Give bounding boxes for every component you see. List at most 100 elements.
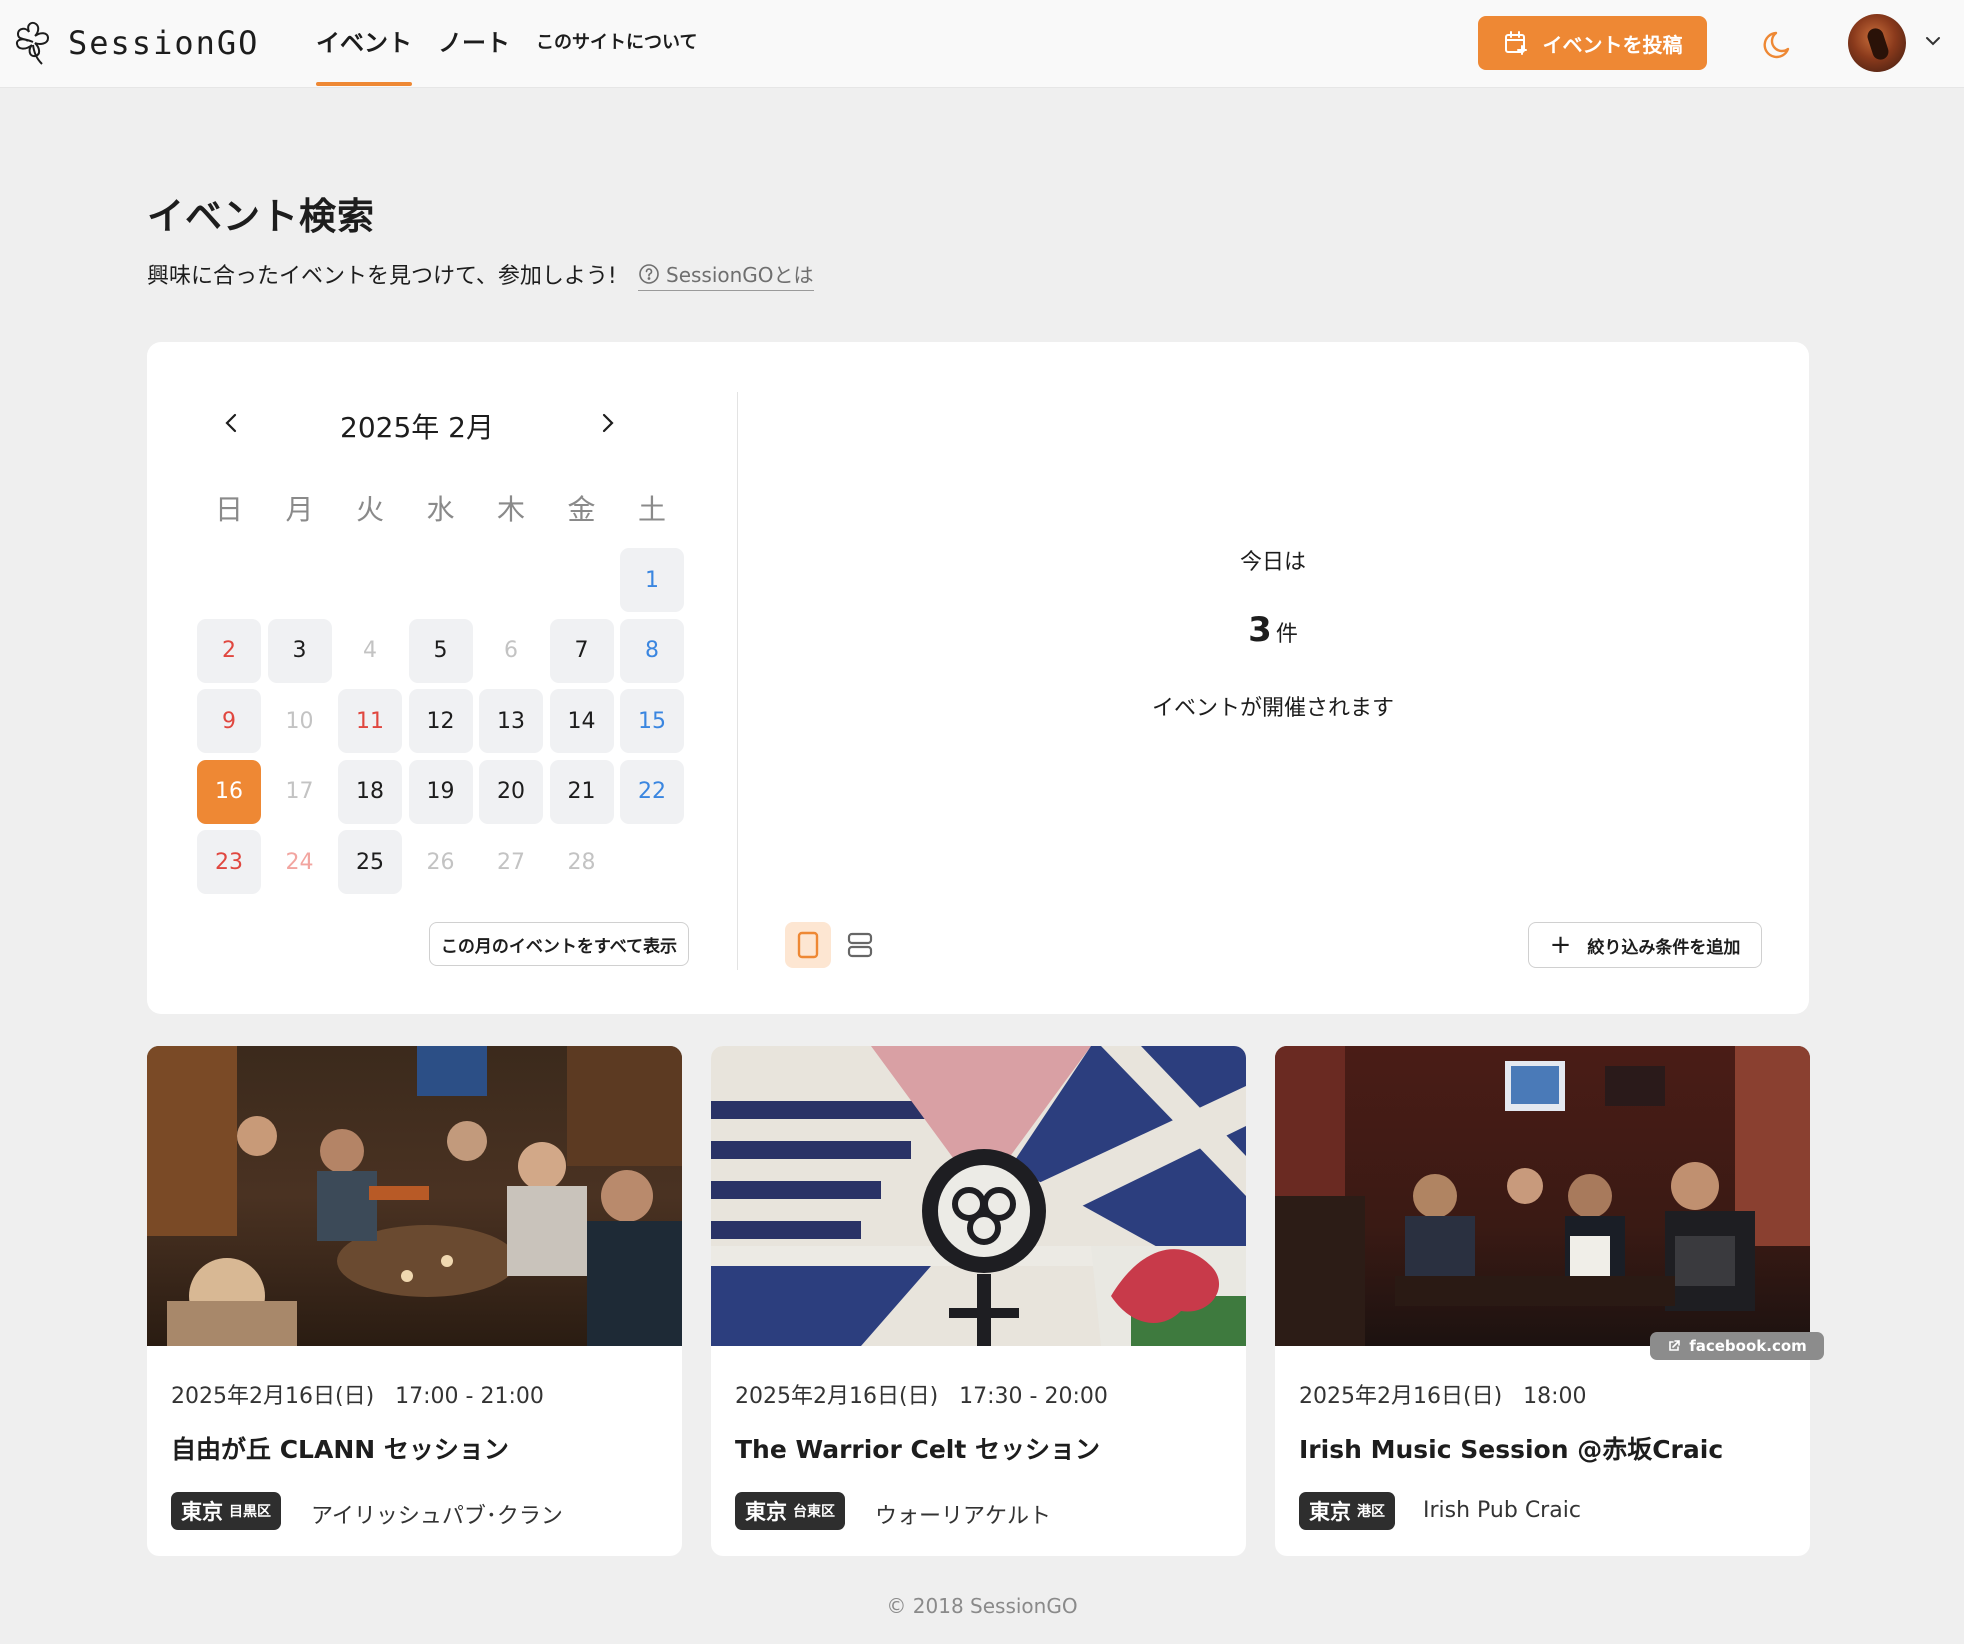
post-event-button[interactable]: イベントを投稿	[1478, 16, 1707, 70]
location-badge: 東京 港区	[1299, 1492, 1395, 1530]
location-badge: 東京 台東区	[735, 1492, 845, 1530]
nav-events[interactable]: イベント	[316, 26, 412, 86]
top-header: SessionGO イベント ノート このサイトについて イベントを投稿	[0, 0, 1964, 88]
plus-icon: +	[1549, 930, 1572, 960]
today-description: イベントが開催されます	[1151, 696, 1394, 721]
card-view-icon	[797, 931, 819, 959]
event-card[interactable]: 2025年2月16日(日) 18:00 Irish Music Session …	[1275, 1046, 1810, 1556]
event-time: 17:30 - 20:00	[959, 1384, 1108, 1409]
today-count-unit: 件	[1275, 622, 1298, 647]
prefecture: 東京	[745, 1500, 787, 1524]
about-sessiongo-link[interactable]: SessionGOとは	[638, 259, 814, 291]
calendar-day[interactable]: 13	[479, 689, 543, 753]
add-filter-button[interactable]: + 絞り込み条件を追加	[1528, 922, 1762, 968]
pub-session-photo	[147, 1046, 682, 1346]
calendar-day[interactable]: 11	[338, 689, 402, 753]
dark-mode-moon-icon[interactable]	[1762, 27, 1796, 61]
calendar-day[interactable]: 7	[549, 618, 614, 683]
source-link-label: facebook.com	[1689, 1337, 1807, 1355]
ward: 港区	[1357, 1504, 1385, 1520]
event-date: 2025年2月16日(日)	[735, 1384, 939, 1409]
pub-music-photo	[1275, 1046, 1810, 1346]
show-all-month-events-button[interactable]: この月のイベントをすべて表示	[429, 922, 689, 966]
venue-name: ウォーリアケルト	[875, 1504, 1052, 1529]
weekday-label: 土	[637, 493, 666, 526]
list-view-icon	[847, 932, 873, 958]
today-count-number: 3	[1248, 610, 1272, 650]
venue-name: Irish Pub Craic	[1423, 1498, 1581, 1523]
source-link-badge[interactable]: facebook.com	[1650, 1332, 1824, 1360]
calendar-day[interactable]: 2	[197, 618, 261, 683]
event-datetime: 2025年2月16日(日) 17:30 - 20:00	[735, 1378, 1108, 1410]
calendar-day[interactable]: 23	[197, 830, 261, 894]
calendar-day[interactable]: 22	[620, 759, 684, 824]
calendar-day[interactable]: 24	[268, 830, 332, 894]
footer-copyright: © 2018 SessionGO	[886, 1594, 1078, 1618]
weekday-label: 月	[285, 493, 314, 526]
event-photo	[711, 1046, 1246, 1346]
calendar-day[interactable]: 27	[479, 830, 543, 894]
event-datetime: 2025年2月16日(日) 17:00 - 21:00	[171, 1378, 544, 1410]
calendar-day[interactable]: 9	[197, 689, 261, 753]
calendar-day[interactable]: 15	[620, 689, 684, 753]
calendar-day[interactable]: 5	[408, 618, 473, 683]
weekday-label: 水	[426, 493, 455, 526]
calendar-day[interactable]: 4	[338, 619, 402, 683]
event-photo	[1275, 1046, 1810, 1346]
calendar-day[interactable]: 26	[409, 830, 473, 894]
calendar-day[interactable]: 12	[408, 689, 473, 753]
card-view-toggle[interactable]	[785, 922, 831, 968]
calendar-day[interactable]: 25	[338, 830, 402, 894]
logo[interactable]: SessionGO	[10, 18, 259, 68]
event-title: 自由が丘 CLANN セッション	[171, 1435, 509, 1464]
venue-name: アイリッシュパブ･クラン	[311, 1504, 563, 1529]
event-time: 18:00	[1523, 1384, 1587, 1409]
calendar-month-label: 2025年 2月	[340, 411, 494, 444]
nav-about[interactable]: このサイトについて	[536, 26, 697, 62]
event-photo	[147, 1046, 682, 1346]
event-datetime: 2025年2月16日(日) 18:00	[1299, 1378, 1587, 1410]
user-avatar[interactable]	[1848, 14, 1906, 72]
prefecture: 東京	[1309, 1500, 1351, 1524]
today-event-count: 3件	[737, 610, 1809, 650]
event-card[interactable]: 2025年2月16日(日) 17:00 - 21:00 自由が丘 CLANN セ…	[147, 1046, 682, 1556]
page-title: イベント検索	[147, 195, 375, 238]
calendar-header: 2025年 2月	[197, 402, 637, 444]
ward: 台東区	[793, 1504, 835, 1520]
calendar-day[interactable]: 1	[620, 548, 684, 612]
calendar-day[interactable]: 20	[479, 759, 543, 824]
external-link-icon	[1669, 1340, 1681, 1351]
chevron-right-icon[interactable]	[592, 408, 622, 438]
event-date: 2025年2月16日(日)	[171, 1384, 375, 1409]
calendar-day[interactable]: 28	[550, 830, 614, 894]
question-circle-icon	[639, 263, 659, 284]
logo-text: SessionGO	[68, 24, 260, 62]
list-view-toggle[interactable]	[837, 922, 883, 968]
weekday-label: 火	[355, 493, 384, 526]
celtic-flags-photo	[711, 1046, 1246, 1346]
calendar-day[interactable]: 10	[268, 689, 332, 753]
nav-notes[interactable]: ノート	[438, 26, 510, 62]
calendar-day[interactable]: 18	[338, 759, 402, 824]
calendar-day[interactable]: 8	[620, 618, 684, 683]
calendar-day[interactable]: 14	[549, 689, 614, 753]
weekday-label: 木	[496, 493, 525, 526]
event-title: Irish Music Session @赤坂Craic	[1299, 1435, 1724, 1464]
event-card[interactable]: 2025年2月16日(日) 17:30 - 20:00 The Warrior …	[711, 1046, 1246, 1556]
ward: 目黒区	[229, 1504, 271, 1520]
calendar-plus-icon	[1504, 31, 1527, 55]
event-time: 17:00 - 21:00	[395, 1384, 544, 1409]
weekday-label: 金	[567, 493, 596, 526]
calendar-day[interactable]: 17	[268, 760, 332, 824]
event-date: 2025年2月16日(日)	[1299, 1384, 1503, 1409]
chevron-down-icon[interactable]	[1924, 34, 1942, 48]
post-event-label: イベントを投稿	[1542, 32, 1683, 57]
calendar-day[interactable]: 21	[549, 759, 614, 824]
panel-divider	[737, 392, 738, 970]
calendar-day[interactable]: 6	[479, 619, 543, 683]
calendar-day-today[interactable]: 16	[197, 759, 261, 824]
calendar-day[interactable]: 19	[408, 759, 473, 824]
calendar-day[interactable]: 3	[267, 618, 332, 683]
clover-logo-icon	[15, 21, 50, 65]
prefecture: 東京	[181, 1500, 223, 1524]
